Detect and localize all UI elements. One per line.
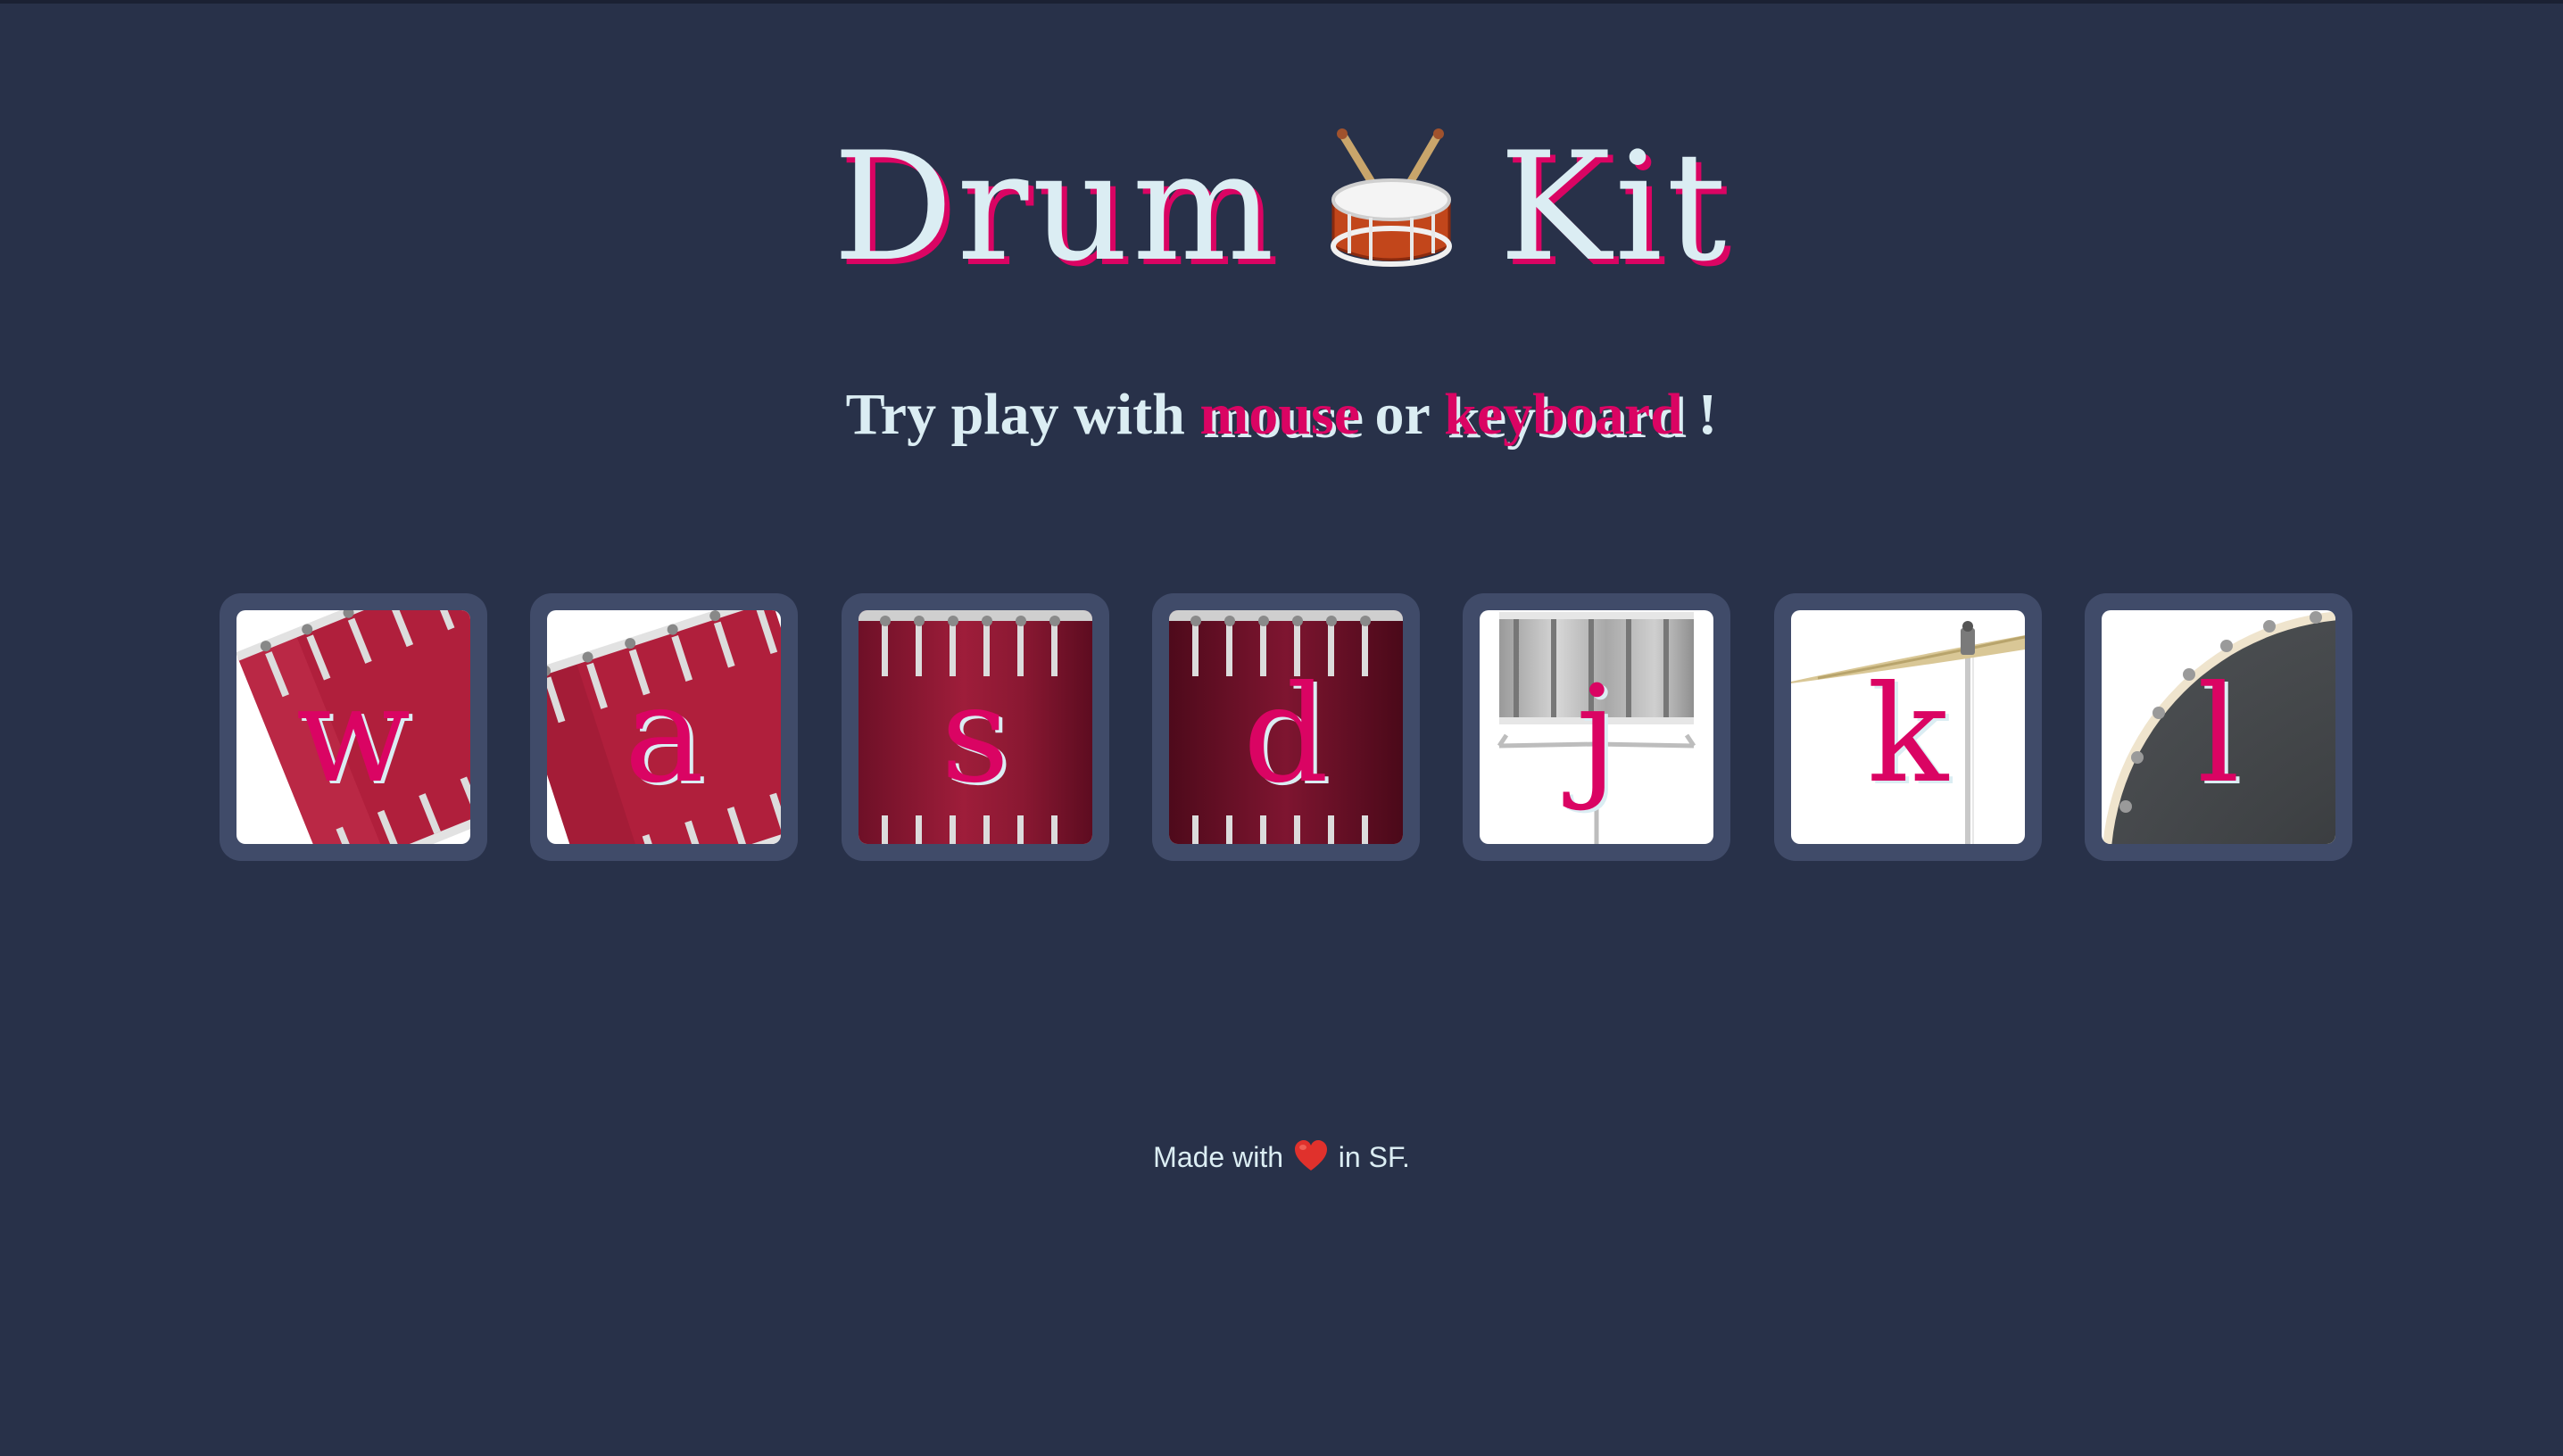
window-top-edge	[0, 0, 2563, 4]
drum-key-w[interactable]: w	[220, 593, 487, 861]
subtitle-suffix: !	[1697, 382, 1718, 447]
drum-key-d[interactable]: d	[1151, 593, 1420, 861]
subtitle-keyboard: keyboard	[1444, 382, 1683, 447]
drum-key-letter: j	[1576, 658, 1618, 813]
title-word-kit: Kit	[1498, 120, 1730, 295]
subtitle-or: or	[1374, 382, 1430, 447]
drum-key-letter: w	[295, 658, 411, 813]
drum-key-j[interactable]: j	[1463, 593, 1731, 861]
drum-key-k[interactable]: k	[1773, 593, 2042, 861]
subtitle: Try play with mouse or keyboard !	[0, 379, 2563, 451]
drum-key-letter: d	[1242, 658, 1329, 813]
drum-key-letter: a	[624, 658, 705, 813]
drum-key-l[interactable]: l	[2084, 593, 2352, 861]
subtitle-prefix: Try play with	[845, 382, 1185, 447]
drum-key-face: s	[858, 610, 1092, 844]
drum-key-letter: l	[2196, 658, 2240, 813]
drum-key-a[interactable]: a	[530, 593, 799, 861]
drum-key-face: d	[1168, 610, 1403, 844]
drum-key-face: a	[547, 610, 782, 844]
drum-key-s[interactable]: s	[841, 593, 1109, 861]
heart-icon	[1293, 1138, 1329, 1174]
drum-key-letter: k	[1867, 658, 1949, 813]
drum-key-letter: s	[941, 658, 1010, 813]
subtitle-mouse: mouse	[1199, 382, 1360, 447]
page-title: Drum Kit	[0, 105, 2563, 296]
footer: Made with in SF.	[0, 1135, 2563, 1179]
drum-key-face: k	[1790, 610, 2025, 844]
drum-key-face: j	[1480, 610, 1714, 844]
footer-suffix: in SF.	[1338, 1141, 1410, 1173]
drum-key-face: l	[2101, 610, 2335, 844]
footer-prefix: Made with	[1153, 1141, 1284, 1173]
drum-key-row: w a s d j k l	[220, 593, 2352, 861]
drum-key-face: w	[236, 610, 470, 844]
drum-icon	[1324, 128, 1458, 271]
title-word-drum: Drum	[833, 120, 1278, 295]
